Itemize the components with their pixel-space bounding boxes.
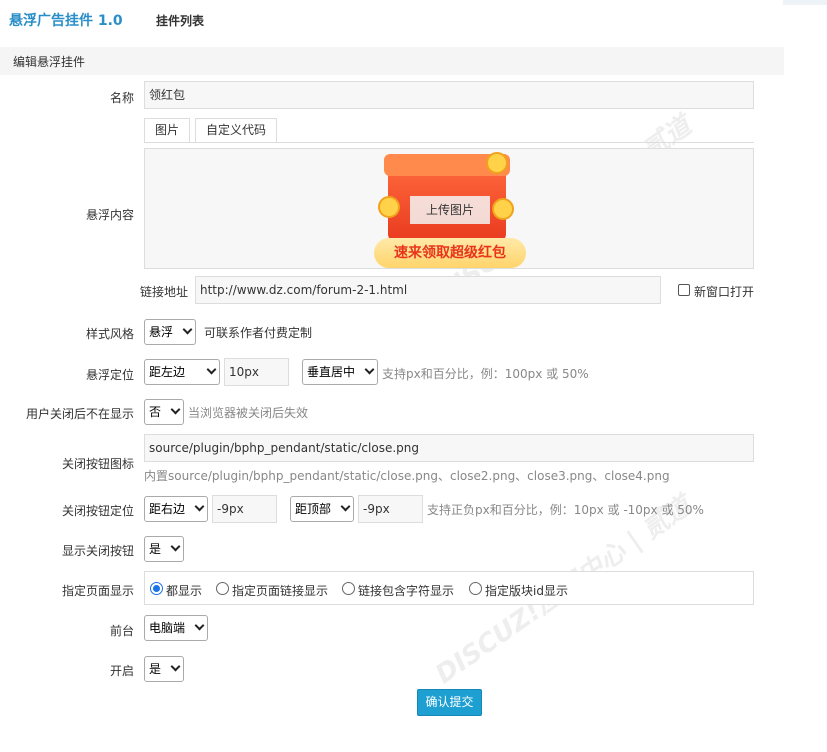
show-close-label: 显示关闭按钮 [61, 544, 134, 558]
link-input[interactable]: http://www.dz.com/forum-2-1.html [195, 276, 661, 304]
radio-forum-id[interactable] [469, 582, 482, 595]
link-label: 链接地址 [140, 285, 189, 299]
position-vertical-value: 垂直居中 [307, 365, 356, 379]
close-hide-select[interactable]: 否 [144, 399, 184, 425]
enable-value: 是 [149, 662, 162, 676]
chevron-down-icon [170, 404, 181, 415]
tab-custom-code[interactable]: 自定义代码 [195, 118, 277, 143]
close-position-vertical-offset[interactable]: -9px [358, 495, 423, 523]
close-icon-hint: 内置source/plugin/bphp_pendant/static/clos… [144, 469, 670, 483]
new-window-checkbox[interactable] [678, 284, 690, 296]
page-display-label: 指定页面显示 [61, 584, 134, 598]
show-close-value: 是 [149, 542, 162, 556]
chevron-down-icon [340, 501, 351, 512]
show-close-select[interactable]: 是 [144, 536, 184, 562]
close-icon-input[interactable]: source/plugin/bphp_pendant/static/close.… [144, 434, 754, 462]
close-position-vertical-select[interactable]: 距顶部 [290, 496, 354, 522]
upload-image-button[interactable]: 上传图片 [410, 196, 490, 224]
top-bar: 悬浮广告挂件 1.0 挂件列表 [0, 0, 827, 40]
new-window-label: 新窗口打开 [694, 285, 755, 299]
style-select[interactable]: 悬浮 [144, 319, 196, 345]
close-position-hint: 支持正负px和百分比，例：10px 或 -10px 或 50% [427, 503, 704, 517]
radio-page-link[interactable] [216, 582, 229, 595]
coin-icon [486, 152, 508, 174]
frontend-select[interactable]: 电脑端 [144, 615, 208, 641]
app-title: 悬浮广告挂件 1.0 [9, 13, 123, 29]
radio-forum-id-label: 指定版块id显示 [485, 584, 568, 598]
tab-divider [144, 142, 754, 143]
coin-icon [492, 198, 514, 220]
chevron-down-icon [206, 364, 217, 375]
radio-page-link-label: 指定页面链接显示 [232, 584, 329, 598]
chevron-down-icon [194, 620, 205, 631]
chevron-down-icon [170, 541, 181, 552]
chevron-down-icon [170, 661, 181, 672]
content-label: 悬浮内容 [85, 208, 134, 222]
style-hint: 可联系作者付费定制 [204, 326, 313, 340]
close-position-vertical-value: 距顶部 [295, 502, 332, 516]
style-label: 样式风格 [85, 327, 134, 341]
chevron-down-icon [364, 364, 375, 375]
close-hide-hint: 当浏览器被关闭后失效 [188, 406, 309, 420]
name-input[interactable]: 领红包 [144, 81, 754, 109]
section-title: 编辑悬浮挂件 [13, 55, 86, 69]
coin-icon [378, 196, 400, 218]
position-vertical-select[interactable]: 垂直居中 [302, 359, 378, 385]
close-position-horizontal-select[interactable]: 距右边 [144, 496, 208, 522]
close-position-label: 关闭按钮定位 [61, 504, 134, 518]
position-horizontal-select[interactable]: 距左边 [144, 359, 220, 385]
top-right-strip [783, 0, 827, 5]
close-position-horizontal-offset[interactable]: -9px [212, 495, 277, 523]
enable-label: 开启 [109, 664, 134, 678]
section-header: 编辑悬浮挂件 [0, 47, 784, 75]
chevron-down-icon [194, 501, 205, 512]
redpacket-banner: 速来领取超级红包 [374, 238, 526, 268]
radio-link-contains[interactable] [342, 582, 355, 595]
frontend-value: 电脑端 [149, 621, 186, 635]
name-label: 名称 [109, 91, 134, 105]
close-hide-label: 用户关闭后不在显示 [25, 407, 134, 421]
plugin-list-link[interactable]: 挂件列表 [156, 12, 204, 29]
position-horizontal-value: 距左边 [149, 365, 186, 379]
close-icon-label: 关闭按钮图标 [61, 457, 134, 471]
tab-image[interactable]: 图片 [144, 118, 190, 143]
style-select-value: 悬浮 [149, 325, 174, 339]
enable-select[interactable]: 是 [144, 656, 184, 682]
position-label: 悬浮定位 [85, 368, 134, 382]
position-offset-input[interactable]: 10px [224, 358, 289, 386]
position-hint: 支持px和百分比，例：100px 或 50% [382, 367, 589, 381]
close-hide-value: 否 [149, 405, 162, 419]
chevron-down-icon [182, 324, 193, 335]
radio-all-pages-label: 都显示 [166, 584, 203, 598]
close-position-horizontal-value: 距右边 [149, 502, 186, 516]
frontend-label: 前台 [109, 624, 134, 638]
submit-button[interactable]: 确认提交 [417, 689, 482, 716]
radio-link-contains-label: 链接包含字符显示 [358, 584, 455, 598]
radio-all-pages[interactable] [150, 582, 163, 595]
